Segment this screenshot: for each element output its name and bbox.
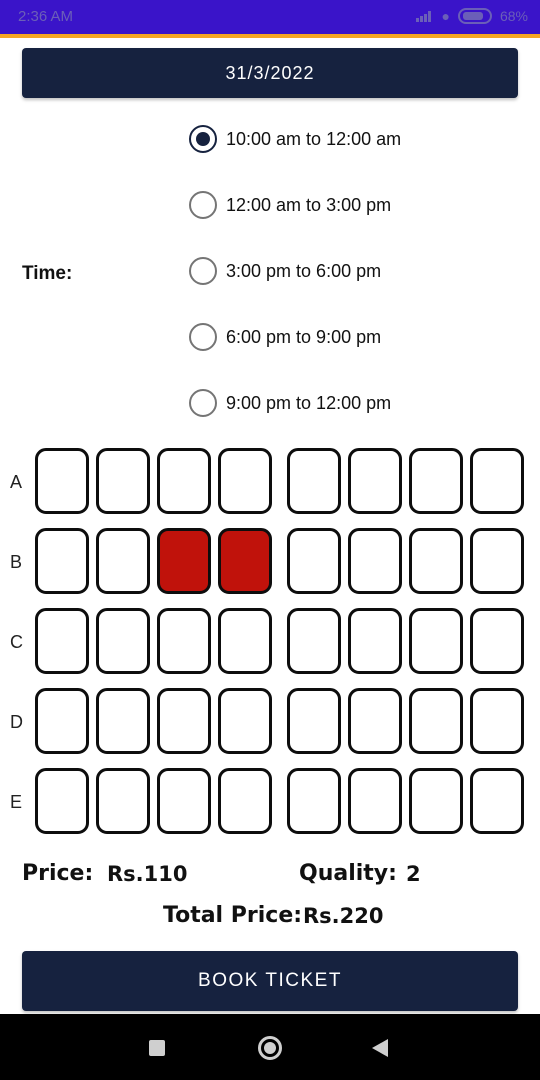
seat[interactable] bbox=[96, 528, 150, 594]
radio-unchecked-icon[interactable] bbox=[189, 257, 217, 285]
seat[interactable] bbox=[348, 528, 402, 594]
status-bar: 2:36 AM ● 68% bbox=[0, 0, 540, 38]
seat[interactable] bbox=[470, 768, 524, 834]
battery-percent: 68% bbox=[499, 8, 528, 24]
time-option-1[interactable]: 10:00 am to 12:00 am bbox=[189, 124, 401, 154]
seat-row-label: C bbox=[10, 632, 23, 652]
radio-unchecked-icon[interactable] bbox=[189, 389, 217, 417]
accent-line bbox=[0, 34, 540, 38]
recents-icon[interactable] bbox=[149, 1040, 165, 1056]
time-option-label: 10:00 am to 12:00 am bbox=[226, 128, 402, 149]
seat[interactable] bbox=[470, 688, 524, 754]
time-option-label: 6:00 pm to 9:00 pm bbox=[226, 326, 382, 347]
seat[interactable] bbox=[96, 448, 150, 514]
seat[interactable] bbox=[348, 608, 402, 674]
navigation-bar bbox=[0, 1014, 540, 1080]
seat-row-label: D bbox=[10, 712, 23, 732]
radio-unchecked-icon[interactable] bbox=[189, 323, 217, 351]
battery-icon bbox=[457, 8, 492, 24]
seat[interactable] bbox=[96, 768, 150, 834]
seat[interactable] bbox=[157, 768, 211, 834]
status-time: 2:36 AM bbox=[18, 8, 74, 25]
seat[interactable] bbox=[409, 608, 463, 674]
seat[interactable] bbox=[409, 528, 463, 594]
time-option-label: 3:00 pm to 6:00 pm bbox=[226, 260, 382, 281]
status-icons: ● 68% bbox=[415, 8, 528, 24]
time-option-3[interactable]: 3:00 pm to 6:00 pm bbox=[189, 256, 381, 286]
total-price-label: Total Price: bbox=[163, 903, 303, 928]
seat[interactable] bbox=[409, 768, 463, 834]
seat[interactable] bbox=[35, 768, 89, 834]
seat[interactable] bbox=[287, 528, 341, 594]
date-button[interactable]: 31/3/2022 bbox=[22, 48, 518, 98]
seat[interactable] bbox=[157, 688, 211, 754]
seat[interactable] bbox=[287, 448, 341, 514]
seat[interactable] bbox=[157, 448, 211, 514]
seat[interactable] bbox=[35, 528, 89, 594]
back-icon[interactable] bbox=[372, 1039, 388, 1057]
price-value: Rs.110 bbox=[107, 862, 188, 886]
seat-row-label: B bbox=[10, 552, 23, 572]
seat[interactable] bbox=[348, 768, 402, 834]
time-label: Time: bbox=[22, 263, 73, 284]
book-ticket-button[interactable]: BOOK TICKET bbox=[22, 951, 518, 1011]
wifi-icon: ● bbox=[441, 8, 450, 24]
quantity-value: 2 bbox=[406, 862, 421, 886]
seat[interactable] bbox=[96, 688, 150, 754]
seat[interactable] bbox=[35, 688, 89, 754]
seat[interactable] bbox=[218, 768, 272, 834]
seat[interactable] bbox=[287, 768, 341, 834]
quantity-label: Quality: bbox=[299, 861, 397, 886]
radio-unchecked-icon[interactable] bbox=[189, 191, 217, 219]
time-option-4[interactable]: 6:00 pm to 9:00 pm bbox=[189, 322, 381, 352]
seat[interactable] bbox=[96, 608, 150, 674]
seat[interactable] bbox=[218, 448, 272, 514]
seat[interactable] bbox=[157, 608, 211, 674]
home-icon[interactable] bbox=[258, 1036, 282, 1060]
seat[interactable] bbox=[470, 528, 524, 594]
seat[interactable] bbox=[348, 688, 402, 754]
seat[interactable] bbox=[409, 448, 463, 514]
seat-row-label: A bbox=[10, 472, 23, 492]
signal-icon bbox=[415, 10, 434, 22]
seat[interactable] bbox=[287, 688, 341, 754]
total-price-value: Rs.220 bbox=[303, 904, 384, 928]
seat[interactable] bbox=[348, 448, 402, 514]
seat[interactable] bbox=[470, 448, 524, 514]
seat-selected[interactable] bbox=[218, 528, 272, 594]
seat[interactable] bbox=[35, 608, 89, 674]
seat-row-label: E bbox=[10, 792, 23, 812]
seat[interactable] bbox=[287, 608, 341, 674]
seat[interactable] bbox=[218, 688, 272, 754]
price-label: Price: bbox=[22, 861, 94, 886]
time-option-5[interactable]: 9:00 pm to 12:00 pm bbox=[189, 388, 391, 418]
seat[interactable] bbox=[218, 608, 272, 674]
time-option-2[interactable]: 12:00 am to 3:00 pm bbox=[189, 190, 391, 220]
seat-selected[interactable] bbox=[157, 528, 211, 594]
time-option-label: 9:00 pm to 12:00 pm bbox=[226, 392, 392, 413]
radio-checked-icon[interactable] bbox=[189, 125, 217, 153]
time-option-label: 12:00 am to 3:00 pm bbox=[226, 194, 392, 215]
seat[interactable] bbox=[35, 448, 89, 514]
seat[interactable] bbox=[470, 608, 524, 674]
seat[interactable] bbox=[409, 688, 463, 754]
